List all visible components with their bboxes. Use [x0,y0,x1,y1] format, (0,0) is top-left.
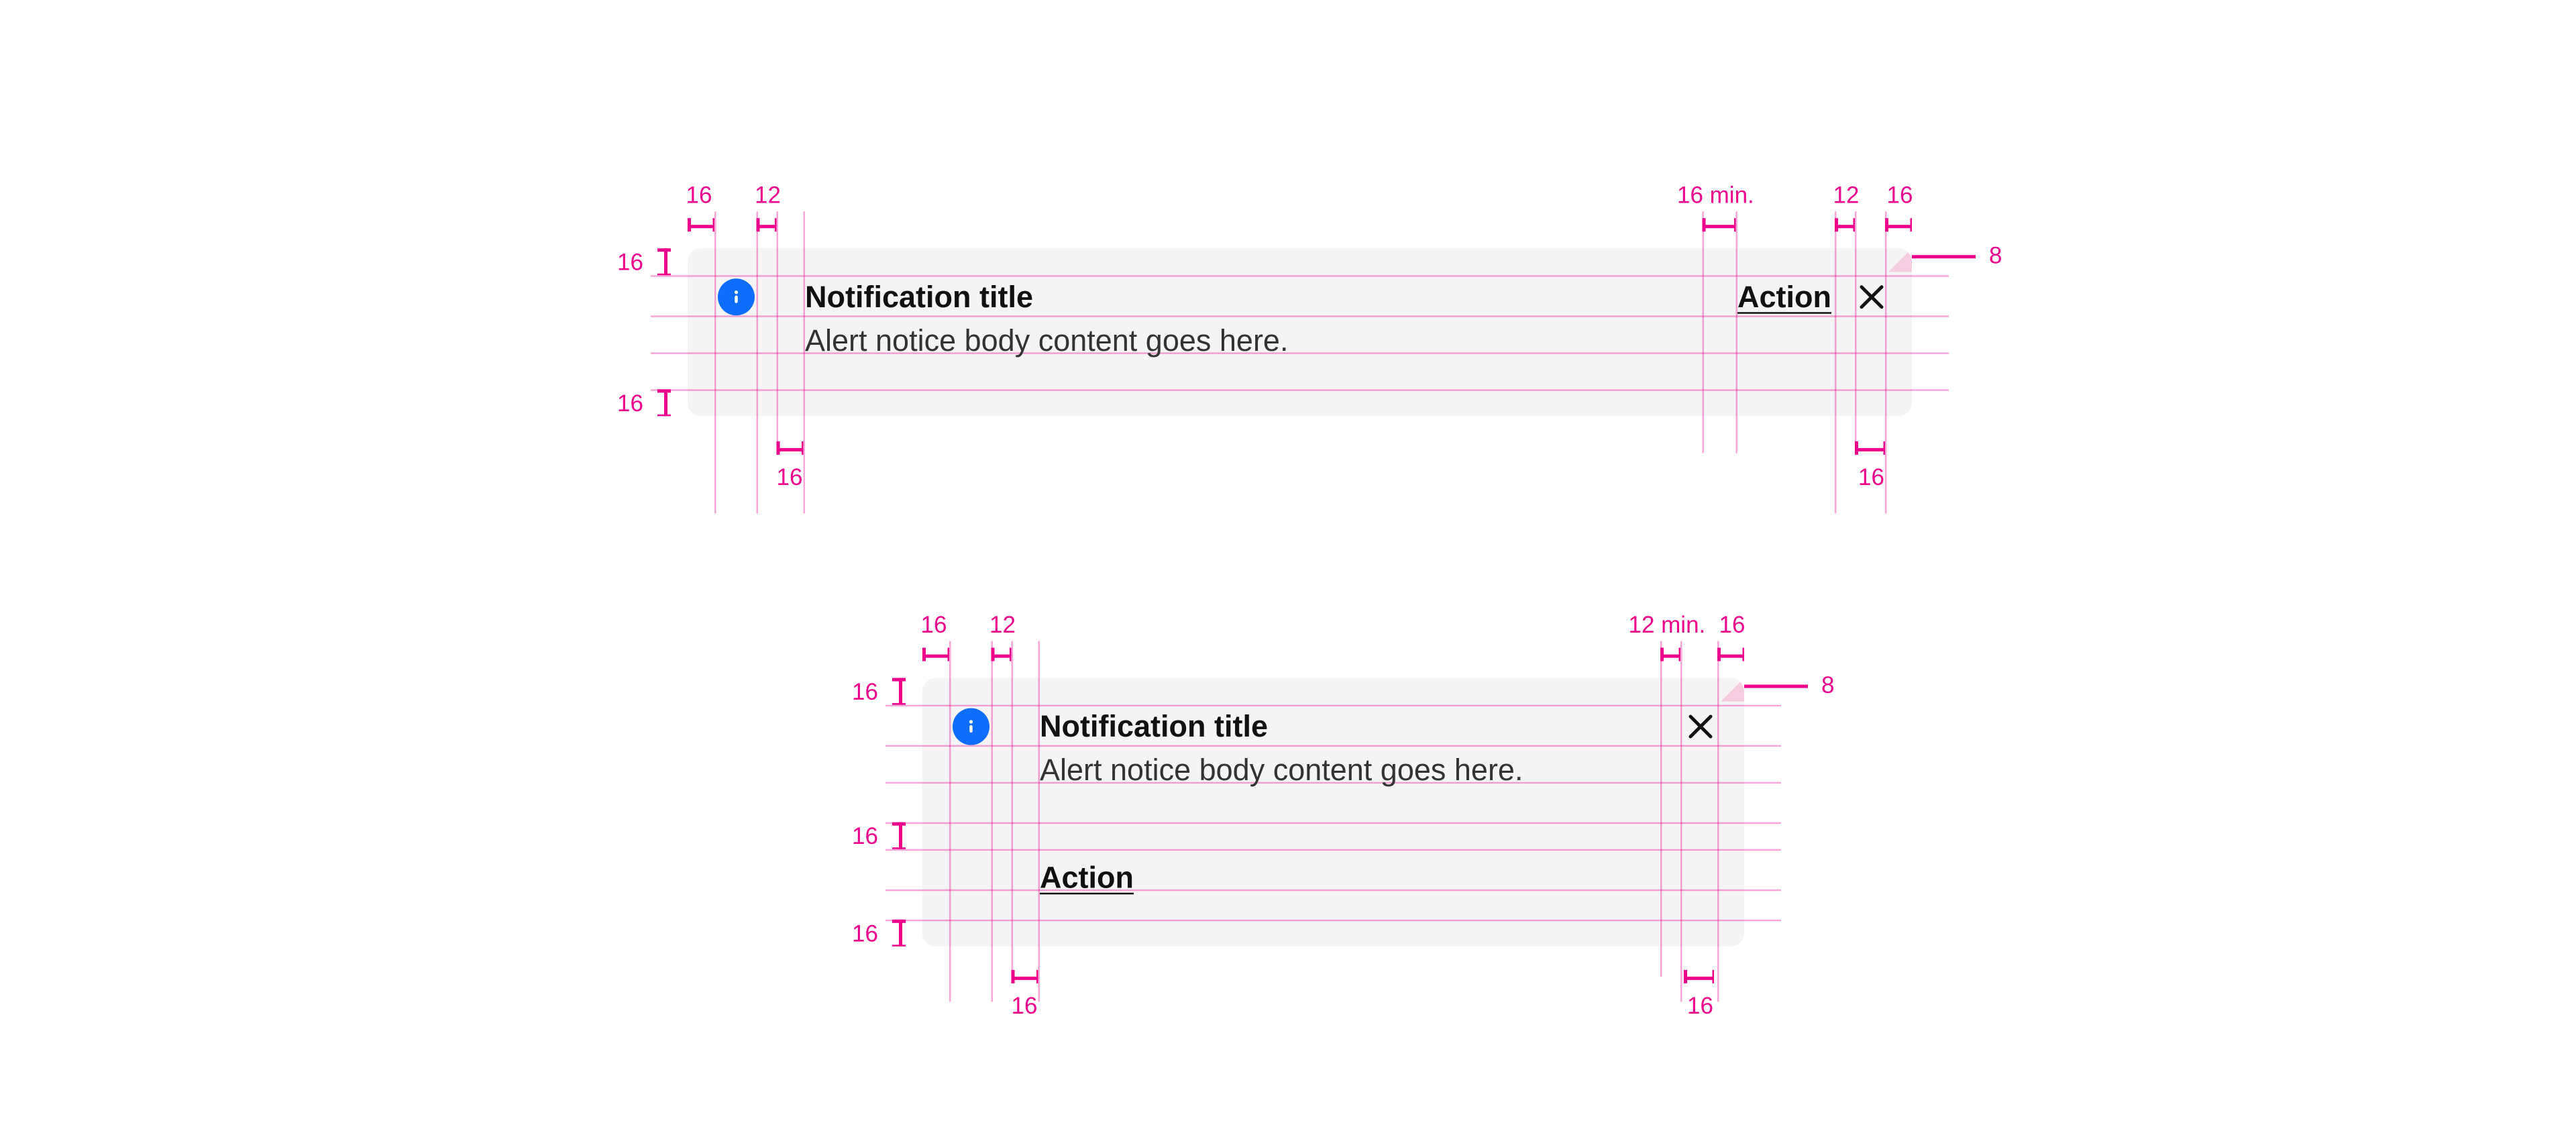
spec-label: 8 [1989,241,2002,268]
spec-callout [1744,685,1808,688]
notification-body: Alert notice body content goes here. [805,322,1288,359]
info-icon [953,708,989,745]
spec-label: 16 [1719,611,1746,638]
notification-card-stacked: Notification title Alert notice body con… [922,678,1744,947]
info-icon [718,278,755,315]
notification-action-link[interactable]: Action [1040,859,1134,896]
spec-measure [777,438,804,458]
notification-card-inline: Notification title Alert notice body con… [688,248,1912,416]
notification-action-link[interactable]: Action [1737,278,1831,315]
spec-label: 12 [755,181,781,208]
close-icon[interactable] [1855,280,1888,314]
spec-measure [654,389,674,416]
spec-label: 8 [1821,671,1834,698]
spec-label: 16 [921,611,947,638]
spec-measure [1835,215,1855,235]
spec-measure [889,822,909,849]
spec-label: 16 min. [1677,181,1754,208]
spec-measure [1684,967,1714,987]
spec-label: 16 [1858,463,1884,490]
spec-label: 12 [1833,181,1860,208]
spec-measure [1855,438,1885,458]
spec-measure [991,645,1012,665]
spec-measure [1703,215,1736,235]
spec-measure [889,920,909,947]
spec-label: 16 [777,463,803,490]
spec-label: 16 [1012,991,1038,1018]
spec-measure [1660,645,1680,665]
spec-measure [757,215,777,235]
spec-measure [654,248,674,275]
spec-label: 16 [852,678,878,705]
spec-measure [889,678,909,705]
spec-label: 16 [852,920,878,947]
spec-callout [1912,255,1976,258]
spec-label: 16 [1887,181,1913,208]
spec-label: 16 [1687,991,1713,1018]
spec-measure [1717,645,1744,665]
spec-measure [1885,215,1912,235]
spec-label: 16 [852,822,878,849]
notification-title: Notification title [1040,708,1268,745]
close-icon[interactable] [1684,710,1717,743]
spec-label: 12 min. [1629,611,1706,638]
spec-label: 16 [686,181,712,208]
spec-measure [688,215,714,235]
spec-measure [1012,967,1038,987]
spec-label: 16 [617,389,643,416]
spec-label: 12 [989,611,1016,638]
spec-measure [922,645,949,665]
spec-label: 16 [617,248,643,275]
notification-title: Notification title [805,278,1033,315]
notification-body: Alert notice body content goes here. [1040,752,1523,789]
